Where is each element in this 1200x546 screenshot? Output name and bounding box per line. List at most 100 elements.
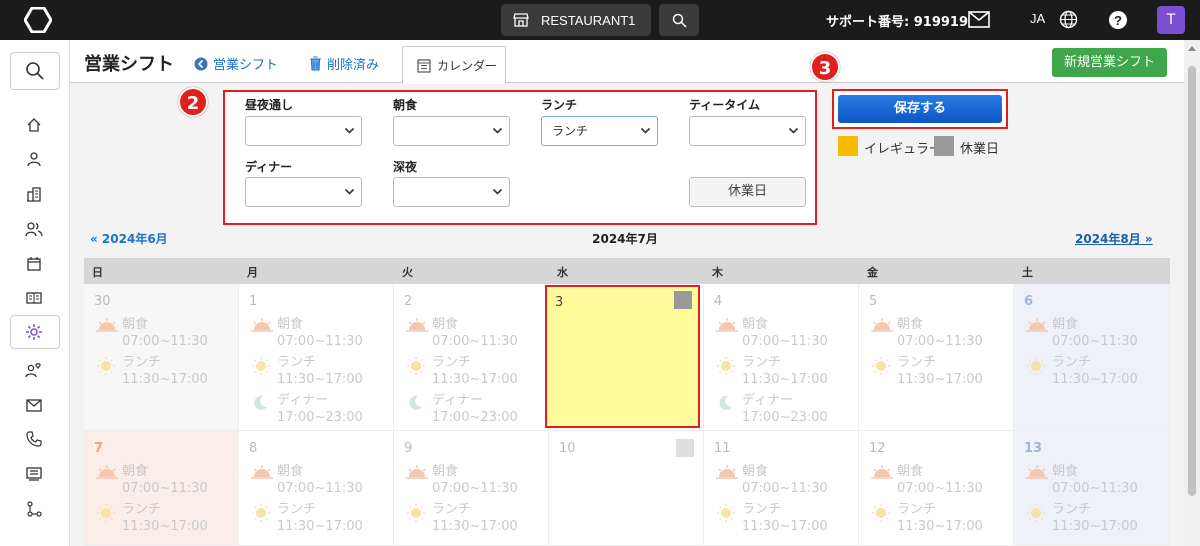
legend-irregular-swatch: [838, 136, 858, 156]
day-cell[interactable]: 9 朝食 07:00~11:30 ランチ 11:30~17:00: [394, 431, 549, 546]
day-number: 30: [94, 294, 111, 309]
sidebar-item-home[interactable]: [22, 114, 46, 136]
day-cell[interactable]: 30 朝食 07:00~11:30 ランチ 11:30~17:00: [84, 284, 239, 431]
sidebar-item-calendar[interactable]: [22, 253, 46, 275]
shift-entry: ランチ 11:30~17:00: [251, 354, 363, 388]
sidebar-item-shift-settings-icon-wrap[interactable]: [22, 321, 46, 343]
shift-entry: ランチ 11:30~17:00: [251, 501, 363, 535]
late-night-select[interactable]: [393, 177, 510, 207]
shift-name: ディナー: [432, 393, 484, 408]
users-icon: [25, 222, 43, 237]
filter-label-breakfast: 朝食: [393, 98, 418, 112]
top-search-button[interactable]: [659, 4, 699, 36]
day-number: 2: [404, 294, 413, 309]
prev-month-link[interactable]: « 2024年6月: [90, 230, 168, 247]
restaurant-selector-button[interactable]: RESTAURANT1: [501, 4, 651, 36]
shift-name: 朝食: [122, 464, 149, 479]
sidebar-item-terminal[interactable]: [22, 463, 46, 485]
day-cell[interactable]: 8 朝食 07:00~11:30 ランチ 11:30~17:00: [239, 431, 394, 546]
sidebar-item-network[interactable]: [22, 498, 46, 520]
shift-entry: 朝食 07:00~11:30: [716, 463, 828, 497]
holiday-toggle[interactable]: [674, 291, 692, 309]
scroll-up-arrow-icon[interactable]: [1188, 46, 1196, 51]
sidebar-item-building[interactable]: [22, 183, 46, 205]
language-label[interactable]: JA: [1030, 11, 1045, 26]
sun-icon: [97, 504, 115, 522]
shift-name: 朝食: [897, 464, 924, 479]
dinner-select[interactable]: [245, 177, 362, 207]
shift-entry: ランチ 11:30~17:00: [96, 501, 208, 535]
tab-label: 営業シフト: [213, 58, 279, 73]
vertical-scrollbar[interactable]: [1184, 40, 1200, 546]
tab-deleted[interactable]: 削除済み: [309, 54, 379, 73]
store-icon: [513, 13, 529, 27]
breakfast-select[interactable]: [393, 116, 510, 146]
day-cell[interactable]: 12 朝食 07:00~11:30 ランチ 11:30~17:00: [859, 431, 1014, 546]
day-cell[interactable]: 11 朝食 07:00~11:30 ランチ 11:30~17:00: [704, 431, 859, 546]
selected-day-cell[interactable]: 3: [545, 285, 700, 428]
sidebar-item-users[interactable]: [22, 218, 46, 240]
shift-name: ランチ: [742, 502, 782, 517]
chevron-down-icon: [788, 127, 799, 134]
book-icon: [26, 292, 42, 304]
holiday-toggle[interactable]: [676, 439, 694, 457]
shift-entry: 朝食 07:00~11:30: [406, 463, 518, 497]
legend-holiday-label: 休業日: [960, 142, 1000, 157]
filter-label-late-night: 深夜: [393, 160, 418, 174]
shift-entry: 朝食 07:00~11:30: [716, 316, 828, 350]
shift-time: 11:30~17:00: [1052, 372, 1138, 387]
shift-entry: 朝食 07:00~11:30: [251, 316, 363, 350]
legend-irregular-label: イレギュラー: [864, 142, 943, 157]
shift-time: 07:00~11:30: [277, 334, 363, 349]
help-icon[interactable]: ?: [1108, 10, 1128, 30]
day-cell[interactable]: 13 朝食 07:00~11:30 ランチ 11:30~17:00: [1014, 431, 1170, 546]
sunrise-icon: [96, 318, 118, 332]
shift-time: 07:00~11:30: [897, 334, 983, 349]
holiday-button[interactable]: 休業日: [689, 177, 806, 207]
lunch-select[interactable]: ランチ: [541, 116, 658, 146]
shift-entry: 朝食 07:00~11:30: [871, 316, 983, 350]
app-logo-icon[interactable]: [24, 7, 52, 33]
day-number: 8: [249, 441, 258, 456]
sidebar-item-phone[interactable]: [22, 428, 46, 450]
sidebar-item-user[interactable]: [22, 148, 46, 170]
shift-entry: ランチ 11:30~17:00: [871, 354, 983, 388]
moon-icon: [409, 395, 422, 410]
sidebar-item-customer[interactable]: [22, 359, 46, 381]
user-avatar[interactable]: T: [1157, 6, 1185, 34]
all-day-select[interactable]: [245, 116, 362, 146]
day-cell[interactable]: 5 朝食 07:00~11:30 ランチ 11:30~17:00: [859, 284, 1014, 431]
scroll-thumb[interactable]: [1188, 66, 1196, 496]
gear-icon: [26, 324, 42, 340]
sidebar-item-mail[interactable]: [22, 394, 46, 416]
shift-name: 朝食: [277, 317, 304, 332]
shift-name: 朝食: [277, 464, 304, 479]
shift-name: ランチ: [277, 355, 317, 370]
shift-name: ディナー: [277, 393, 329, 408]
filter-label-all-day: 昼夜通し: [245, 98, 294, 112]
sunrise-icon: [96, 465, 118, 479]
shift-time: 07:00~11:30: [277, 481, 363, 496]
mail-icon[interactable]: [968, 11, 990, 28]
day-cell[interactable]: 2 朝食 07:00~11:30 ランチ 11:30~17:00 ディナー 17…: [394, 284, 549, 431]
day-cell[interactable]: 4 朝食 07:00~11:30 ランチ 11:30~17:00 ディナー 17…: [704, 284, 859, 431]
shift-time: 11:30~17:00: [742, 519, 828, 534]
day-number: 9: [404, 441, 413, 456]
save-button[interactable]: 保存する: [838, 95, 1002, 123]
person-heart-icon: [25, 363, 41, 378]
tab-calendar[interactable]: カレンダー: [402, 46, 506, 84]
sidebar-item-menu-book[interactable]: [22, 287, 46, 309]
next-month-link[interactable]: 2024年8月 »: [1075, 230, 1153, 247]
day-cell[interactable]: 1 朝食 07:00~11:30 ランチ 11:30~17:00 ディナー 17…: [239, 284, 394, 431]
tab-business-shift[interactable]: 営業シフト: [194, 54, 278, 73]
page-title: 営業シフト: [84, 54, 174, 75]
shift-name: 朝食: [122, 317, 149, 332]
day-cell[interactable]: 7 朝食 07:00~11:30 ランチ 11:30~17:00: [84, 431, 239, 546]
sidebar-search-button[interactable]: [10, 52, 60, 90]
new-business-shift-button[interactable]: 新規営業シフト: [1052, 48, 1167, 77]
shift-name: 朝食: [897, 317, 924, 332]
teatime-select[interactable]: [689, 116, 806, 146]
day-cell[interactable]: 10: [549, 431, 704, 546]
globe-icon[interactable]: [1059, 10, 1078, 29]
day-cell[interactable]: 6 朝食 07:00~11:30 ランチ 11:30~17:00: [1014, 284, 1170, 431]
